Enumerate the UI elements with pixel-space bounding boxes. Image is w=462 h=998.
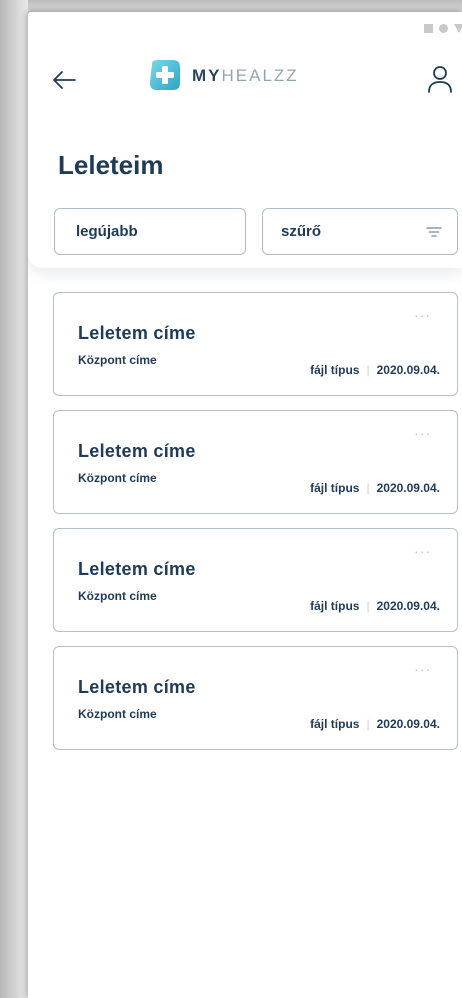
meta-separator: | <box>366 481 370 495</box>
result-title: Leletem címe <box>78 441 196 461</box>
result-meta: fájl típus | 2020.09.04. <box>310 599 440 613</box>
meta-separator: | <box>366 717 370 731</box>
meta-separator: | <box>366 599 370 613</box>
result-date: 2020.09.04. <box>376 717 440 731</box>
result-center: Központ címe <box>78 353 157 367</box>
result-center: Központ címe <box>78 589 157 603</box>
phone-screen: MYHEALZZ Leleteim legújabb szűrő ··· Lel… <box>28 12 462 998</box>
back-button[interactable] <box>50 68 78 92</box>
page-title: Leleteim <box>58 150 164 180</box>
result-card[interactable]: ··· Leletem címe Központ címe fájl típus… <box>53 528 458 632</box>
sort-dropdown-label: legújabb <box>76 223 138 240</box>
status-circle-icon <box>439 24 448 33</box>
logo-text-my: MY <box>192 65 222 85</box>
more-options-icon[interactable]: ··· <box>414 308 431 322</box>
logo-wordmark: MYHEALZZ <box>192 67 299 84</box>
result-title: Leletem címe <box>78 323 196 343</box>
logo-text-healzz: HEALZZ <box>221 65 299 85</box>
medical-cross-logo-icon <box>150 60 180 90</box>
result-card[interactable]: ··· Leletem címe Központ címe fájl típus… <box>53 292 458 396</box>
result-file-type: fájl típus <box>310 363 360 377</box>
result-file-type: fájl típus <box>310 717 360 731</box>
filter-lines-icon <box>426 226 442 237</box>
device-frame-left <box>0 0 28 998</box>
sort-dropdown[interactable]: legújabb <box>54 208 246 255</box>
profile-button[interactable] <box>426 64 454 94</box>
result-meta: fájl típus | 2020.09.04. <box>310 717 440 731</box>
more-options-icon[interactable]: ··· <box>414 544 431 558</box>
arrow-left-icon <box>53 71 76 89</box>
result-date: 2020.09.04. <box>376 599 440 613</box>
result-date: 2020.09.04. <box>376 481 440 495</box>
result-center: Központ címe <box>78 707 157 721</box>
app-logo: MYHEALZZ <box>148 58 299 92</box>
filter-dropdown-label: szűrő <box>281 223 322 240</box>
result-meta: fájl típus | 2020.09.04. <box>310 481 440 495</box>
meta-separator: | <box>366 363 370 377</box>
result-card[interactable]: ··· Leletem címe Központ címe fájl típus… <box>53 646 458 750</box>
result-file-type: fájl típus <box>310 599 360 613</box>
result-date: 2020.09.04. <box>376 363 440 377</box>
header-card: MYHEALZZ Leleteim legújabb szűrő <box>28 12 462 268</box>
result-title: Leletem címe <box>78 677 196 697</box>
result-meta: fájl típus | 2020.09.04. <box>310 363 440 377</box>
filter-dropdown[interactable]: szűrő <box>262 208 458 255</box>
more-options-icon[interactable]: ··· <box>414 426 431 440</box>
results-list: ··· Leletem címe Központ címe fájl típus… <box>53 292 458 764</box>
result-title: Leletem címe <box>78 559 196 579</box>
status-bar <box>424 24 462 33</box>
result-card[interactable]: ··· Leletem címe Központ címe fájl típus… <box>53 410 458 514</box>
user-icon <box>428 66 452 93</box>
result-file-type: fájl típus <box>310 481 360 495</box>
more-options-icon[interactable]: ··· <box>414 662 431 676</box>
status-triangle-icon <box>454 24 462 33</box>
result-center: Központ címe <box>78 471 157 485</box>
status-square-icon <box>424 24 433 33</box>
